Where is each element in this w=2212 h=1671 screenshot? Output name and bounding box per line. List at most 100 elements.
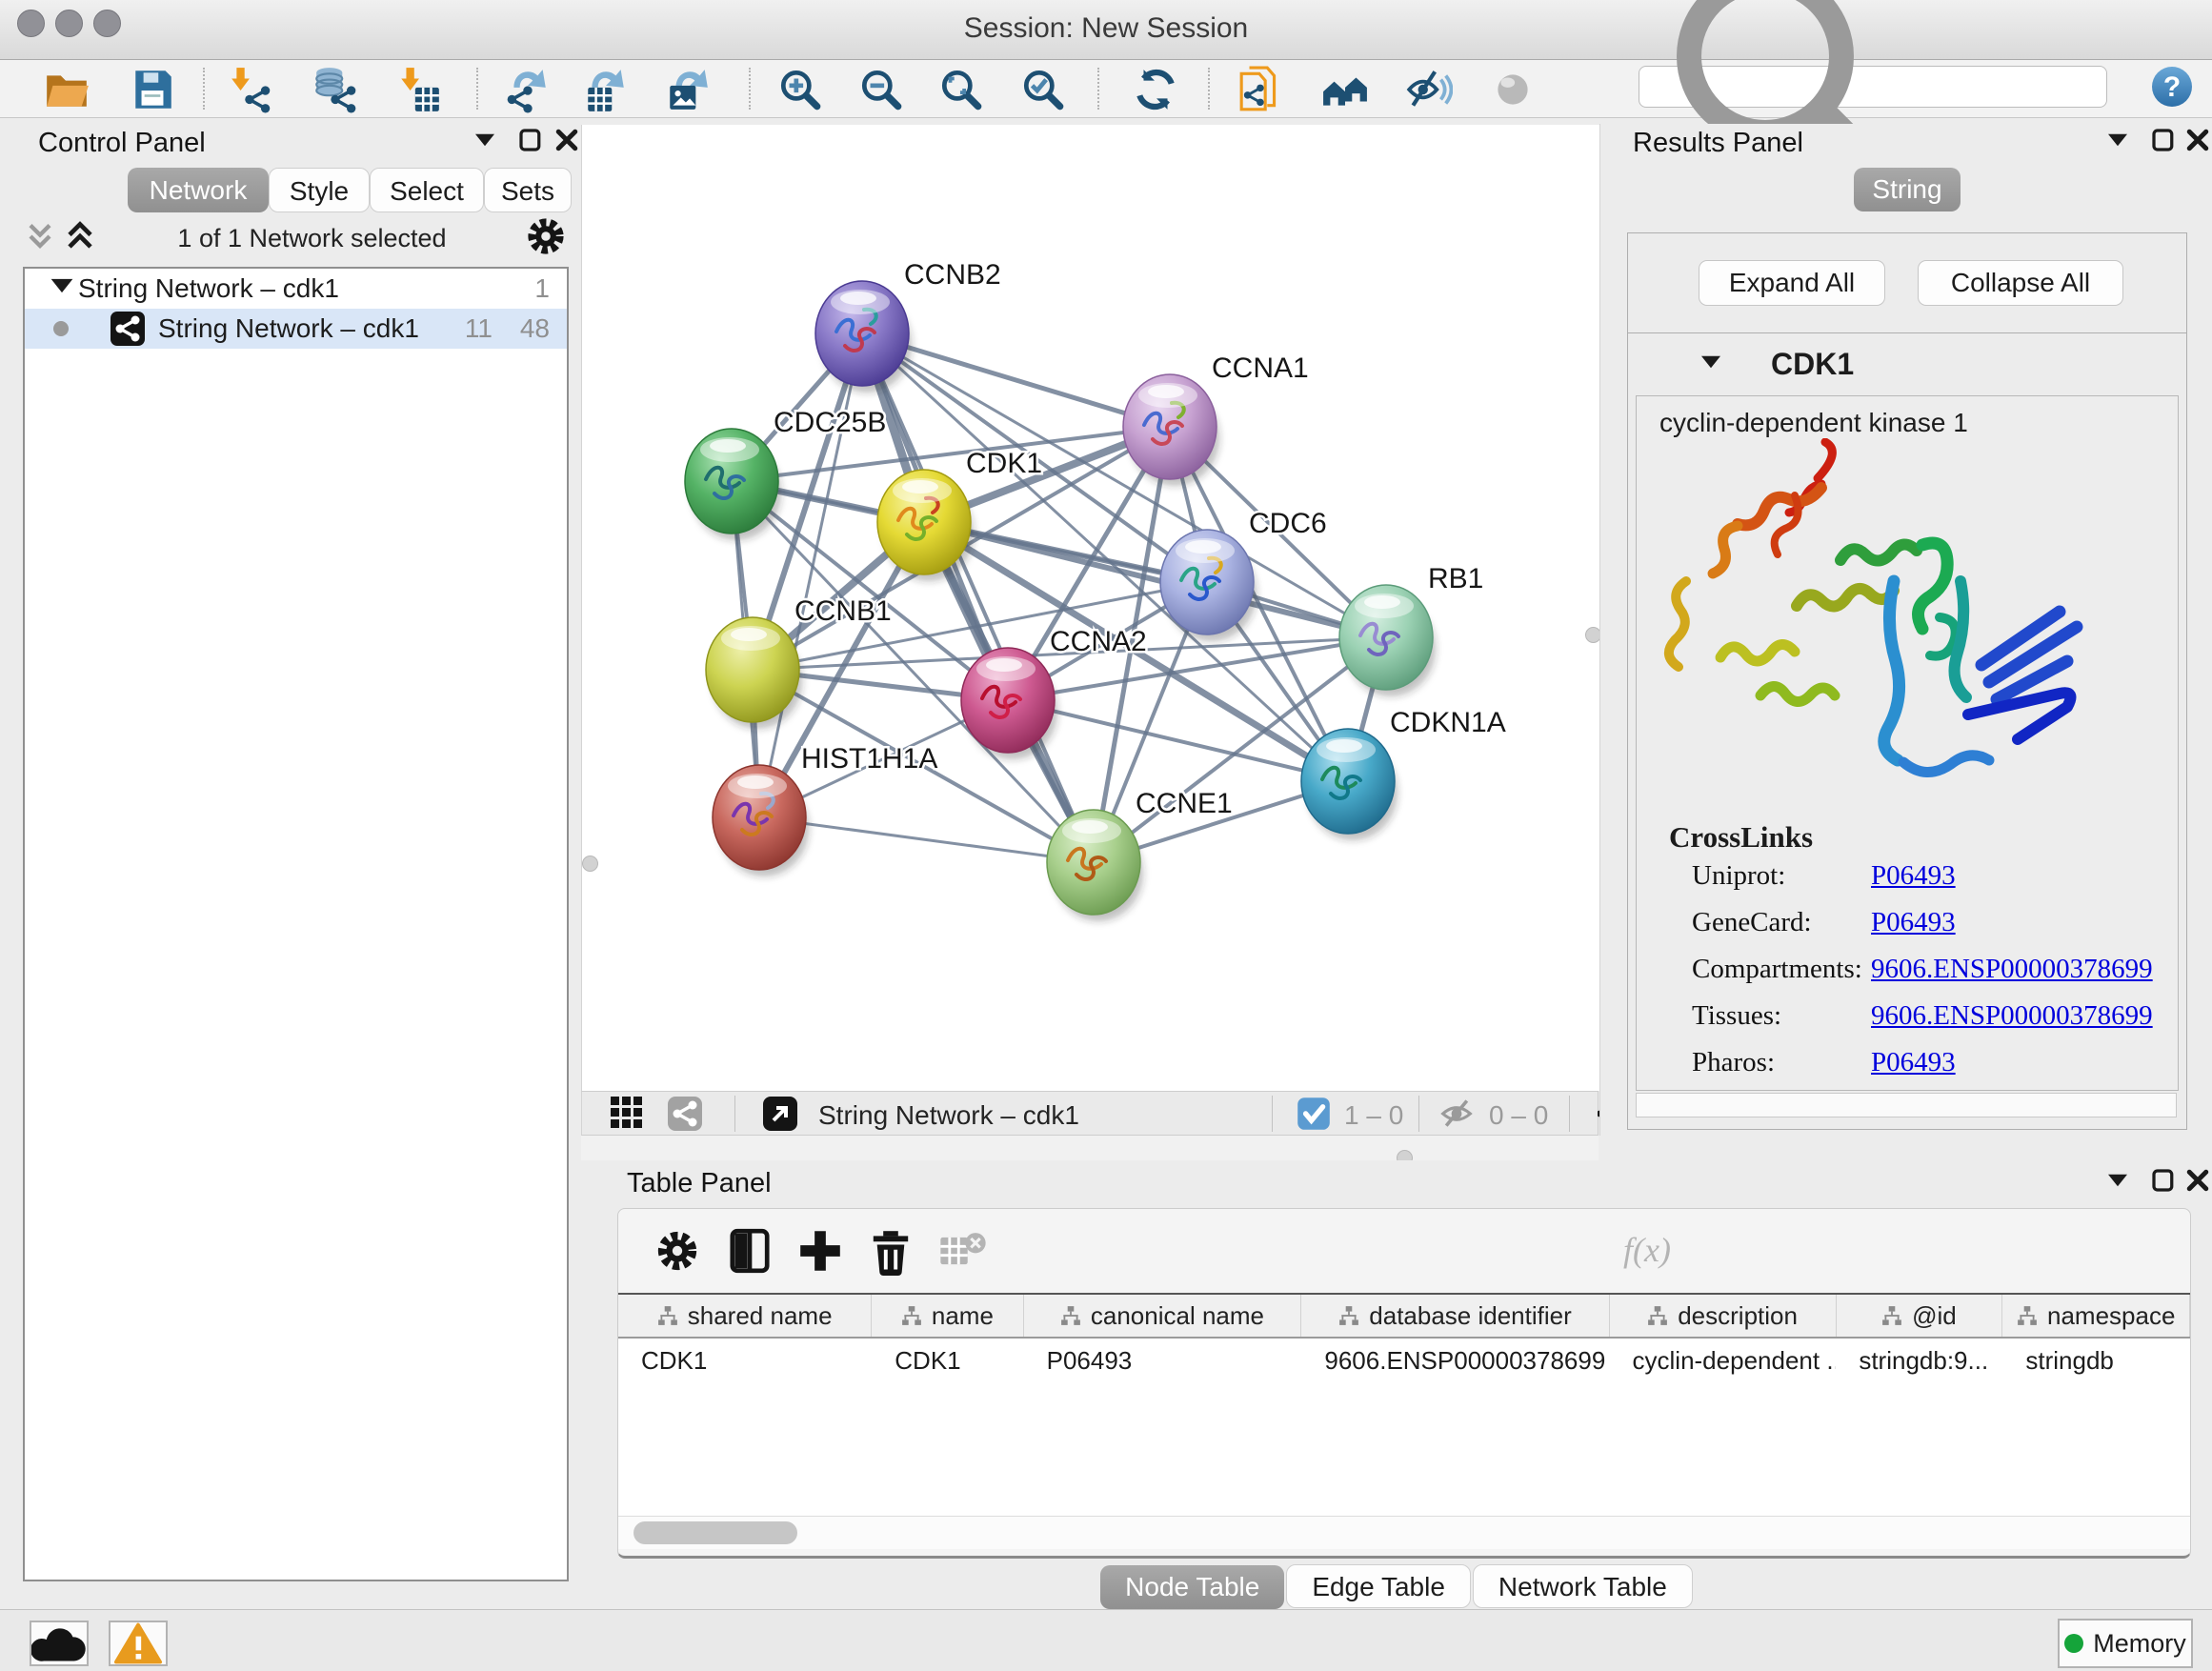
cell[interactable]: stringdb	[2002, 1339, 2190, 1382]
cell[interactable]: cyclin-dependent ...	[1610, 1339, 1837, 1382]
toolbar-separator	[749, 68, 751, 110]
table-row[interactable]: CDK1CDK1P064939606.ENSP00000378699cyclin…	[618, 1339, 2190, 1382]
node-RB1[interactable]: RB1	[1339, 563, 1483, 696]
homes-icon[interactable]	[1318, 64, 1372, 115]
show-columns-icon[interactable]	[725, 1226, 774, 1276]
network-row[interactable]: String Network – cdk1 11 48	[25, 309, 567, 349]
import-database-icon[interactable]	[309, 64, 362, 115]
node-CCNB1[interactable]: CCNB1	[706, 595, 892, 729]
add-column-icon[interactable]	[795, 1226, 845, 1276]
collapse-panel-icon[interactable]	[2103, 1166, 2132, 1195]
tab-node-table[interactable]: Node Table	[1100, 1565, 1284, 1609]
network-collection-row[interactable]: String Network – cdk1 1	[25, 269, 567, 309]
delete-column-icon[interactable]	[866, 1226, 915, 1276]
open-session-icon[interactable]	[40, 64, 93, 115]
collapse-panel-icon[interactable]	[2103, 126, 2132, 154]
column-header-shared-name[interactable]: shared name	[618, 1295, 872, 1337]
warning-icon[interactable]	[109, 1621, 168, 1666]
results-scrollbar[interactable]	[1636, 1093, 2177, 1117]
crosslink-link[interactable]: 9606.ENSP00000378699	[1871, 954, 2153, 985]
collection-count: 1	[534, 273, 550, 304]
collapse-all-button[interactable]: Collapse All	[1918, 260, 2123, 306]
crosslink-link[interactable]: P06493	[1871, 1047, 1956, 1078]
show-details-icon[interactable]	[1486, 64, 1539, 115]
column-header-database-identifier[interactable]: database identifier	[1301, 1295, 1609, 1337]
cell[interactable]: P06493	[1024, 1339, 1302, 1382]
column-header-description[interactable]: description	[1610, 1295, 1837, 1337]
tab-select[interactable]: Select	[370, 168, 484, 212]
collection-expander-icon[interactable]	[46, 270, 78, 309]
column-header--id[interactable]: @id	[1837, 1295, 2003, 1337]
node-CDC6[interactable]: CDC6	[1160, 508, 1327, 641]
close-panel-icon[interactable]	[2183, 1166, 2212, 1195]
float-panel-icon[interactable]	[2149, 1166, 2178, 1195]
float-panel-icon[interactable]	[2149, 126, 2178, 154]
memory-button[interactable]: Memory	[2058, 1619, 2193, 1668]
tab-edge-table[interactable]: Edge Table	[1286, 1564, 1471, 1608]
float-panel-icon[interactable]	[516, 126, 545, 154]
import-network-icon[interactable]	[225, 64, 278, 115]
collapse-all-networks-icon[interactable]	[21, 217, 59, 260]
node-CCNB2[interactable]: CCNB2	[815, 259, 1001, 393]
cytoscape-window: Session: New Session ? Control Panel Net…	[0, 0, 2212, 1671]
tab-string[interactable]: String	[1854, 168, 1961, 211]
cloud-icon[interactable]	[30, 1621, 89, 1666]
edge-CDK1-RB1[interactable]	[924, 522, 1386, 637]
crosslink-link[interactable]: P06493	[1871, 860, 1956, 892]
expand-all-button[interactable]: Expand All	[1699, 260, 1885, 306]
export-table-icon[interactable]	[579, 64, 633, 115]
tab-sets[interactable]: Sets	[484, 168, 572, 212]
zoom-fit-icon[interactable]	[935, 64, 988, 115]
horizontal-splitter[interactable]	[581, 1136, 1599, 1160]
network-options-gear-icon[interactable]	[523, 213, 569, 264]
search-input[interactable]	[1639, 66, 2107, 108]
crosslink-link[interactable]: 9606.ENSP00000378699	[1871, 1000, 2153, 1032]
tab-network[interactable]: Network	[128, 168, 269, 212]
export-network-icon[interactable]	[501, 64, 554, 115]
table-options-gear-icon[interactable]	[653, 1226, 702, 1276]
crosslink-link[interactable]: P06493	[1871, 907, 1956, 938]
expand-all-networks-icon[interactable]	[59, 215, 101, 262]
share-view-icon[interactable]	[666, 1097, 704, 1131]
network-view[interactable]: CCNB2 CCNA1 CDC25B CDK1 CDC6 RB1 CCNB1	[607, 127, 1586, 1091]
column-header-namespace[interactable]: namespace	[2002, 1295, 2190, 1337]
import-table-icon[interactable]	[392, 64, 446, 115]
node-count: 11	[465, 313, 493, 344]
tab-network-table[interactable]: Network Table	[1473, 1564, 1693, 1608]
gene-section-header[interactable]: CDK1	[1628, 332, 2186, 395]
edge-CCNB2-CCNE1[interactable]	[862, 333, 1094, 862]
zoom-out-icon[interactable]	[855, 64, 908, 115]
node-label-CDC6: CDC6	[1249, 508, 1327, 539]
cell[interactable]: CDK1	[872, 1339, 1023, 1382]
tab-style[interactable]: Style	[269, 168, 370, 212]
close-panel-icon[interactable]	[553, 126, 581, 154]
close-panel-icon[interactable]	[2183, 126, 2212, 154]
detach-view-icon[interactable]	[761, 1097, 799, 1131]
share-document-icon[interactable]	[1235, 64, 1288, 115]
node-CCNA1[interactable]: CCNA1	[1123, 352, 1309, 486]
table-h-scrollbar[interactable]	[618, 1516, 2190, 1549]
cell[interactable]: 9606.ENSP00000378699	[1301, 1339, 1609, 1382]
cell[interactable]: stringdb:9...	[1836, 1339, 2002, 1382]
refresh-icon[interactable]	[1129, 64, 1182, 115]
column-header-name[interactable]: name	[872, 1295, 1023, 1337]
save-session-icon[interactable]	[126, 64, 179, 115]
export-image-icon[interactable]	[661, 64, 714, 115]
left-splitter-handle[interactable]	[582, 856, 598, 872]
node-CCNE1[interactable]: CCNE1	[1047, 788, 1233, 921]
grid-view-icon[interactable]	[609, 1097, 647, 1131]
zoom-in-icon[interactable]	[774, 64, 827, 115]
node-CDKN1A[interactable]: CDKN1A	[1301, 707, 1506, 840]
hidden-eye-slash-icon[interactable]	[1438, 1097, 1476, 1131]
section-expander-icon[interactable]	[1697, 348, 1725, 381]
hide-details-icon[interactable]	[1402, 64, 1456, 115]
zoom-selected-icon[interactable]	[1016, 64, 1070, 115]
selected-checkbox-icon[interactable]	[1295, 1097, 1333, 1131]
edge-HIST1H1A-CCNE1[interactable]	[759, 817, 1094, 862]
help-button[interactable]: ?	[2149, 64, 2195, 110]
cell[interactable]: CDK1	[618, 1339, 872, 1382]
scrollbar-thumb[interactable]	[633, 1521, 797, 1544]
column-header-canonical-name[interactable]: canonical name	[1024, 1295, 1302, 1337]
node-HIST1H1A[interactable]: HIST1H1A	[713, 743, 937, 876]
collapse-panel-icon[interactable]	[471, 126, 499, 154]
